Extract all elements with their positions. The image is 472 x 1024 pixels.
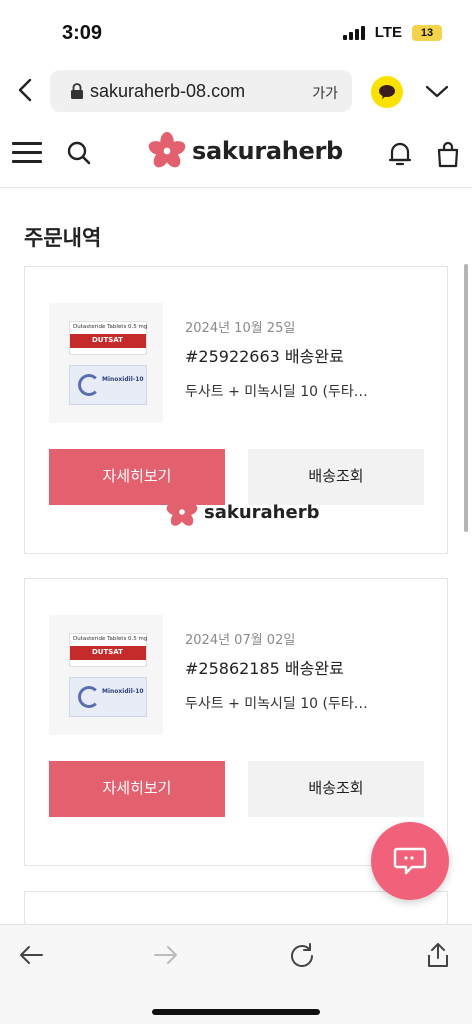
scrollbar[interactable] <box>464 264 468 532</box>
order-date: 2024년 07월 02일 <box>185 633 296 648</box>
product-box-brand: Minoxidil-10 <box>102 376 144 383</box>
product-box-label: Dutasteride Tablets 0.5 mg <box>73 324 148 330</box>
refresh-icon[interactable] <box>288 941 316 969</box>
lock-icon <box>71 83 83 99</box>
site-logo[interactable]: sakuraherb <box>148 132 343 170</box>
track-delivery-button[interactable]: 배송조회 <box>248 761 424 817</box>
back-arrow-icon[interactable] <box>17 941 45 969</box>
product-thumbnail[interactable]: Dutasteride Tablets 0.5 mg DUTSAT Minoxi… <box>49 615 163 735</box>
chat-bubble-icon <box>393 847 427 875</box>
order-number-status[interactable]: #25922663 배송완료 <box>185 343 344 367</box>
url-field[interactable]: sakuraherb-08.com 가가 <box>50 70 352 112</box>
hamburger-icon[interactable] <box>12 142 42 164</box>
speech-bubble-icon <box>379 85 395 99</box>
browser-toolbar <box>0 924 472 1024</box>
sakura-logo-icon <box>166 496 198 526</box>
order-card: Dutasteride Tablets 0.5 mg DUTSAT Minoxi… <box>24 578 448 866</box>
site-header: sakuraherb <box>0 118 472 188</box>
sakura-logo-icon <box>148 132 186 168</box>
product-box-minoxidil: Minoxidil-10 <box>69 677 147 717</box>
signal-icon <box>342 25 365 40</box>
status-time: 3:09 <box>62 22 103 44</box>
view-details-button[interactable]: 자세히보기 <box>49 761 225 817</box>
browser-address-bar: sakuraherb-08.com 가가 <box>0 64 472 118</box>
kakao-chat-icon[interactable] <box>371 76 403 108</box>
forward-arrow-icon[interactable] <box>152 941 180 969</box>
logo-text: sakuraherb <box>192 137 343 165</box>
product-box-brand: DUTSAT <box>92 336 123 344</box>
battery-icon: 13 <box>412 24 442 41</box>
home-indicator <box>152 1009 320 1015</box>
bell-icon[interactable] <box>387 140 413 168</box>
product-box-dutsat: Dutasteride Tablets 0.5 mg DUTSAT <box>69 321 147 355</box>
order-items: 두사트 + 미녹시딜 10 (두타… <box>185 696 368 712</box>
chevron-down-icon[interactable] <box>424 80 450 102</box>
product-box-brand: DUTSAT <box>92 648 123 656</box>
product-box-brand: Minoxidil-10 <box>102 688 144 695</box>
search-icon[interactable] <box>66 140 92 166</box>
status-indicators: LTE 13 <box>342 24 442 41</box>
chevron-left-icon[interactable] <box>12 76 40 104</box>
network-label: LTE <box>374 24 402 41</box>
product-box-dutsat: Dutasteride Tablets 0.5 mg DUTSAT <box>69 633 147 667</box>
order-items: 두사트 + 미녹시딜 10 (두타… <box>185 384 368 400</box>
order-date: 2024년 10월 25일 <box>185 321 296 336</box>
page-title: 주문내역 <box>24 226 102 250</box>
product-box-label: Dutasteride Tablets 0.5 mg <box>73 636 148 642</box>
product-thumbnail[interactable]: Dutasteride Tablets 0.5 mg DUTSAT Minoxi… <box>49 303 163 423</box>
watermark-text: sakuraherb <box>204 501 320 523</box>
shopping-bag-icon[interactable] <box>435 140 461 168</box>
font-size-button[interactable]: 가가 <box>312 83 338 103</box>
product-box-minoxidil: Minoxidil-10 <box>69 365 147 405</box>
url-text: sakuraherb-08.com <box>90 81 246 101</box>
chat-button[interactable] <box>371 822 449 900</box>
order-number-status[interactable]: #25862185 배송완료 <box>185 655 344 679</box>
share-icon[interactable] <box>424 941 452 969</box>
watermark: sakuraherb <box>166 496 319 528</box>
status-bar: 3:09 LTE 13 <box>0 0 472 64</box>
